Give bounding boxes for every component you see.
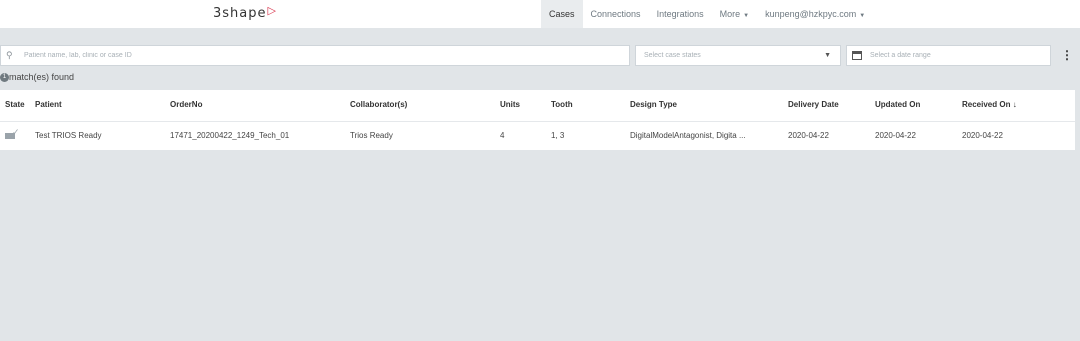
search-icon: ⚲ xyxy=(6,50,13,60)
table-row[interactable]: ✓ Test TRIOS Ready 17471_20200422_1249_T… xyxy=(0,122,1075,150)
search-box: ⚲ xyxy=(0,45,630,66)
filter-bar: ⚲ Select case states ▼ Select a date ran… xyxy=(0,45,1080,67)
column-header-order-no[interactable]: OrderNo xyxy=(170,90,202,120)
cell-delivery-date: 2020-04-22 xyxy=(788,131,829,140)
column-header-units[interactable]: Units xyxy=(500,90,520,120)
column-header-patient[interactable]: Patient xyxy=(35,90,62,120)
nav-more[interactable]: More ▼ xyxy=(712,0,757,28)
logo-text: 3shape xyxy=(213,6,267,21)
case-state-placeholder: Select case states xyxy=(644,52,701,59)
cell-received-on: 2020-04-22 xyxy=(962,131,1003,140)
user-email: kunpeng@hzkpyc.com xyxy=(765,9,857,19)
chevron-down-icon: ▼ xyxy=(859,13,866,19)
cases-table: State Patient OrderNo Collaborator(s) Un… xyxy=(0,90,1075,150)
match-count-badge: 1 xyxy=(0,72,9,82)
chevron-down-icon: ▼ xyxy=(743,13,750,19)
column-header-state[interactable]: State xyxy=(5,90,25,120)
date-range-placeholder: Select a date range xyxy=(870,52,931,59)
user-menu[interactable]: kunpeng@hzkpyc.com ▼ xyxy=(757,0,873,28)
match-count-label: match(es) found xyxy=(9,72,75,82)
column-header-delivery-date[interactable]: Delivery Date xyxy=(788,90,839,120)
search-input[interactable] xyxy=(22,51,586,60)
nav-more-label: More xyxy=(719,9,741,19)
cell-order-no: 17471_20200422_1249_Tech_01 xyxy=(170,131,290,140)
column-header-collaborators[interactable]: Collaborator(s) xyxy=(350,90,407,120)
logo-triangle-icon: ▷ xyxy=(267,4,277,17)
column-header-received-on[interactable]: Received On ↓ xyxy=(962,90,1017,120)
more-options-icon[interactable]: ⋮ xyxy=(1061,49,1073,61)
date-range-picker[interactable]: Select a date range xyxy=(846,45,1051,66)
table-header-row: State Patient OrderNo Collaborator(s) Un… xyxy=(0,90,1075,122)
results-summary: 1 match(es) found xyxy=(0,72,74,82)
column-header-tooth[interactable]: Tooth xyxy=(551,90,573,120)
logo[interactable]: 3shape▷ xyxy=(213,4,277,21)
cell-tooth: 1, 3 xyxy=(551,131,565,140)
nav-cases[interactable]: Cases xyxy=(541,0,583,28)
cell-updated-on: 2020-04-22 xyxy=(875,131,916,140)
cell-collaborators: Trios Ready xyxy=(350,131,393,140)
cell-design-type: DigitalModelAntagonist, Digita ... xyxy=(630,131,746,140)
dropdown-arrow-icon: ▼ xyxy=(824,52,831,59)
column-header-design-type[interactable]: Design Type xyxy=(630,90,677,120)
case-state-select[interactable]: Select case states ▼ xyxy=(635,45,841,66)
nav-integrations[interactable]: Integrations xyxy=(649,0,712,28)
calendar-icon xyxy=(852,51,862,60)
main-nav: Cases Connections Integrations More ▼ kun… xyxy=(541,0,873,28)
nav-connections[interactable]: Connections xyxy=(583,0,649,28)
column-header-updated-on[interactable]: Updated On xyxy=(875,90,920,120)
cell-units: 4 xyxy=(500,131,505,140)
top-navigation-bar: 3shape▷ Cases Connections Integrations M… xyxy=(0,0,1080,28)
cell-patient: Test TRIOS Ready xyxy=(35,131,102,140)
